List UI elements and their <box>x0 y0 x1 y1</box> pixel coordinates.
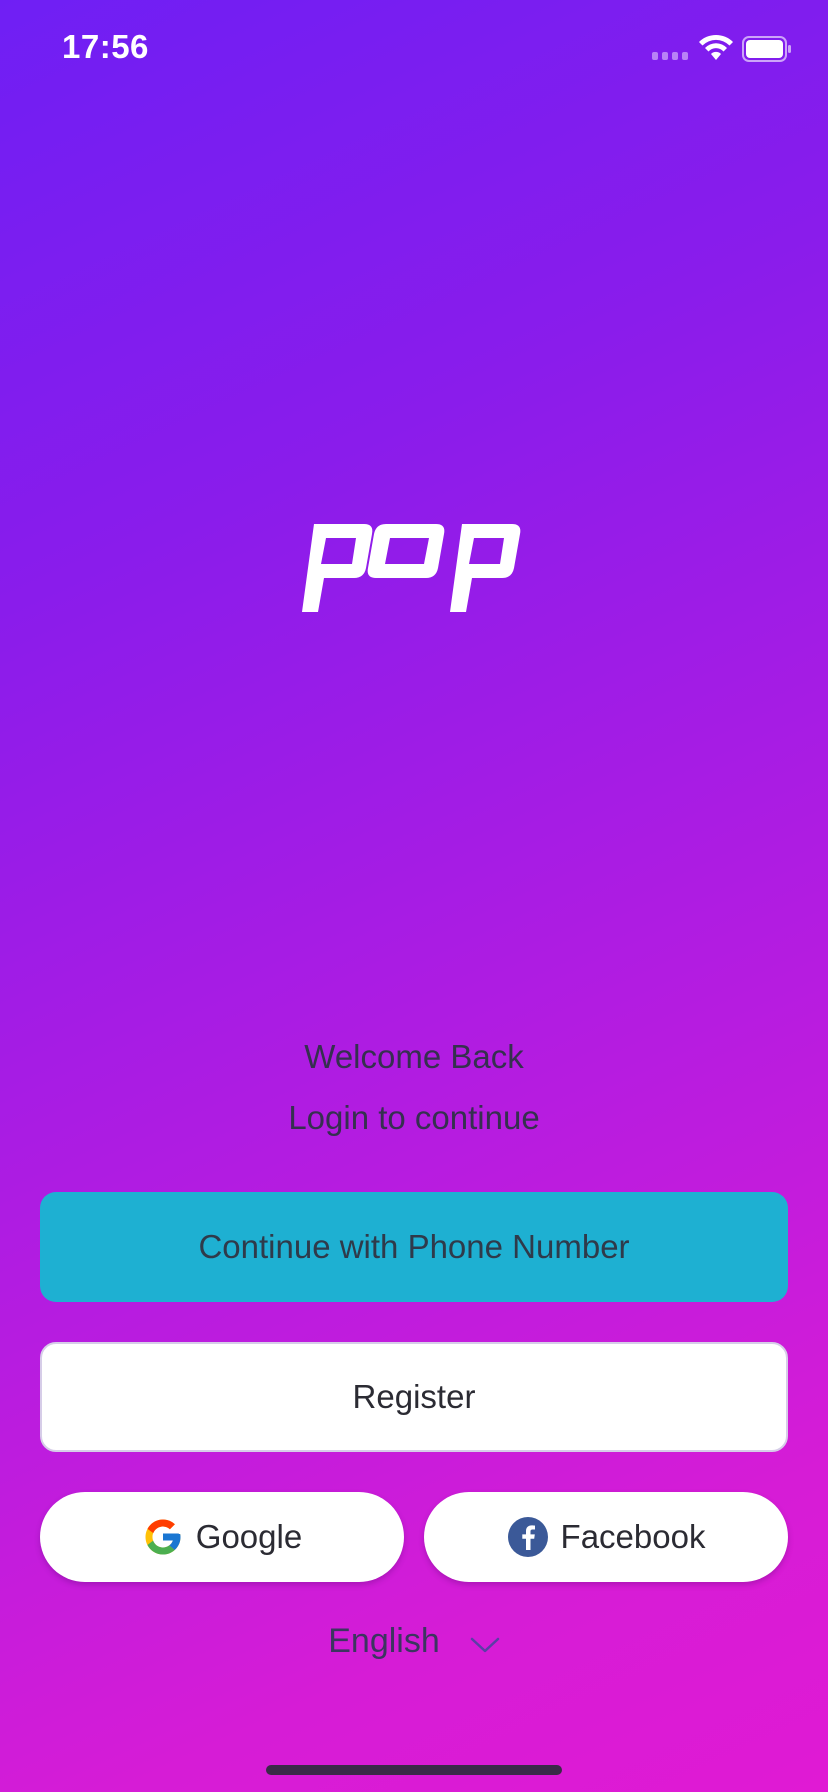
continue-with-phone-label: Continue with Phone Number <box>198 1228 630 1265</box>
google-login-button[interactable]: Google <box>40 1492 404 1582</box>
language-selector[interactable]: English <box>0 1622 828 1661</box>
google-g-icon <box>145 1519 181 1555</box>
facebook-label: Facebook <box>560 1518 706 1555</box>
cellular-signal-icon <box>652 52 688 60</box>
google-label: Google <box>195 1518 303 1555</box>
home-indicator <box>266 1765 562 1775</box>
welcome-title: Welcome Back <box>304 1038 524 1075</box>
status-bar: 17:56 <box>0 0 828 100</box>
language-label: English <box>328 1622 440 1660</box>
continue-with-phone-button[interactable]: Continue with Phone Number <box>40 1192 788 1302</box>
welcome-subtitle: Login to continue <box>288 1099 540 1136</box>
register-button[interactable]: Register <box>40 1342 788 1452</box>
chevron-down-icon <box>470 1637 499 1652</box>
battery-icon <box>742 36 791 62</box>
wifi-icon <box>699 34 733 60</box>
status-time: 17:56 <box>62 28 149 65</box>
pop-logo <box>302 524 521 612</box>
register-label: Register <box>352 1378 476 1415</box>
facebook-f-icon <box>507 1517 548 1557</box>
facebook-login-button[interactable]: Facebook <box>424 1492 788 1582</box>
